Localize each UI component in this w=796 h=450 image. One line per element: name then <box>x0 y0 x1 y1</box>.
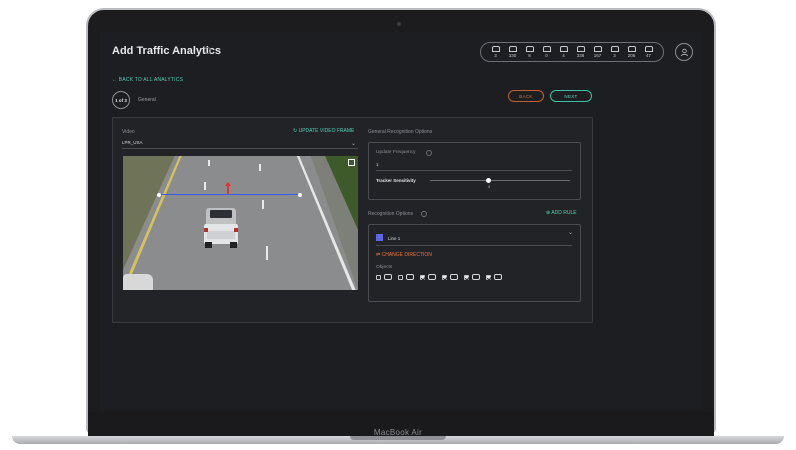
user-icon <box>680 48 688 56</box>
slider-knob[interactable] <box>486 177 492 183</box>
expand-icon[interactable] <box>348 159 355 166</box>
direction-arrow-icon <box>225 182 231 194</box>
add-rule-button[interactable]: ⊕ ADD RULE <box>546 210 577 216</box>
stat-pedestrian: 338 <box>576 46 585 58</box>
tracker-sensitivity-slider[interactable] <box>430 180 570 181</box>
chevron-down-icon: ⌄ <box>350 141 356 147</box>
stat-taxi: 8 <box>525 46 534 58</box>
input-underline <box>376 170 572 171</box>
checkbox-bus[interactable] <box>464 274 469 280</box>
truck-icon <box>627 46 636 52</box>
camera-icon <box>397 22 401 26</box>
car-icon <box>491 46 500 52</box>
stat-warning: 3 <box>610 46 619 58</box>
lane-dash <box>259 164 261 171</box>
pickup-truck <box>204 208 238 248</box>
help-icon[interactable] <box>421 211 427 217</box>
hand-icon <box>559 46 568 52</box>
step-label: General <box>138 97 156 103</box>
checkbox-pedestrian[interactable] <box>376 274 381 280</box>
line-handle-end[interactable] <box>298 192 302 197</box>
checkbox-bicycle[interactable] <box>398 274 403 280</box>
lane-dash <box>266 246 268 260</box>
stat-bike: 47 <box>644 46 653 58</box>
stat-truck: 206 <box>627 46 636 58</box>
video-frame[interactable] <box>123 156 358 290</box>
stat-sign: 0 <box>542 46 551 58</box>
line-handle-start[interactable] <box>157 192 161 197</box>
line-color-swatch[interactable] <box>376 234 383 241</box>
help-icon[interactable] <box>426 150 432 156</box>
tracker-sensitivity-label: Tracker Sensitivity <box>376 178 416 183</box>
objects-label: Objects <box>376 265 393 270</box>
car-crossed-icon <box>450 274 458 280</box>
line-name: Line 1 <box>388 236 401 241</box>
stat-hand: 4 <box>559 46 568 58</box>
checkbox-car[interactable] <box>420 274 425 280</box>
change-direction-button[interactable]: ⇄ CHANGE DIRECTION <box>376 252 432 258</box>
car-icon <box>428 274 436 280</box>
lane-dash <box>204 182 206 190</box>
video-select-value: LPR_USA <box>122 140 143 145</box>
objects-list <box>376 274 505 280</box>
step-badge: 1 of 3 <box>112 91 130 109</box>
truck-icon <box>494 274 502 280</box>
scooter-icon <box>593 46 602 52</box>
video-label: Video <box>122 129 135 135</box>
recognition-options-title: Recognition Options <box>368 211 414 217</box>
stat-bus: 330 <box>508 46 517 58</box>
avatar[interactable] <box>675 43 693 61</box>
info-icon[interactable] <box>204 47 211 54</box>
bike-icon <box>644 46 653 52</box>
general-options-title: General Recognition Options <box>368 129 433 135</box>
back-to-analytics-link[interactable]: ← BACK TO ALL ANALYTICS <box>112 77 183 83</box>
stat-car: 3 <box>491 46 500 58</box>
bus-icon <box>472 274 480 280</box>
next-button[interactable]: NEXT <box>550 90 592 102</box>
warning-icon <box>610 46 619 52</box>
stats-bar: 3 330 8 0 4 338 167 3 206 47 <box>480 42 664 62</box>
lane-dash <box>262 200 264 209</box>
video-select[interactable]: LPR_USA ⌄ <box>122 140 358 149</box>
laptop-notch <box>350 436 446 440</box>
update-frequency-label: Update Frequency <box>376 150 416 155</box>
chevron-down-icon[interactable]: ⌄ <box>568 229 573 236</box>
taxi-icon <box>525 46 534 52</box>
detection-line[interactable] <box>159 194 300 195</box>
bicycle-icon <box>406 274 414 280</box>
tracker-sensitivity-value: 4 <box>487 184 491 189</box>
stat-scooter: 167 <box>593 46 602 58</box>
update-frequency-input[interactable]: 1 <box>376 162 379 167</box>
lane-dash <box>208 160 210 166</box>
checkbox-car-crossed[interactable] <box>442 274 447 280</box>
pedestrian-icon <box>576 46 585 52</box>
update-video-frame-button[interactable]: ↻ UPDATE VIDEO FRAME <box>293 128 354 134</box>
sign-icon <box>542 46 551 52</box>
back-button[interactable]: BACK <box>508 90 544 102</box>
checkbox-truck[interactable] <box>486 274 491 280</box>
bus-icon <box>508 46 517 52</box>
input-underline <box>376 245 572 246</box>
app-screen: Add Traffic Analytics 3 330 8 0 4 338 16… <box>100 32 702 410</box>
pedestrian-icon <box>384 274 392 280</box>
vehicle <box>123 274 153 290</box>
